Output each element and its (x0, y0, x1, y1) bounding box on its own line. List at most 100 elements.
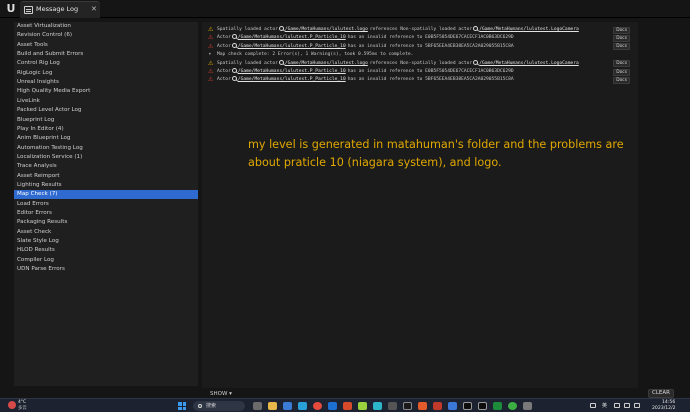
asset-link[interactable]: /Game/MetaHumans/lulutest.P_Particle_10 (238, 77, 346, 82)
sidebar-item[interactable]: Asset Tools (14, 41, 198, 50)
sidebar-item[interactable]: Lighting Results (14, 181, 198, 190)
find-in-level-icon[interactable] (231, 42, 237, 48)
task-view-icon[interactable] (253, 402, 262, 410)
log-row: ⚠ Actor/Game/MetaHumans/lulutest.P_Partic… (208, 42, 634, 51)
sidebar-item[interactable]: Automation Testing Log (14, 144, 198, 153)
close-icon[interactable]: ✕ (91, 5, 97, 14)
battery-icon[interactable] (634, 403, 640, 408)
message-log-icon (24, 6, 33, 14)
find-in-level-icon[interactable] (231, 76, 237, 82)
sidebar-item[interactable]: Map Check (7) (14, 190, 198, 200)
app-icon[interactable] (523, 402, 532, 410)
find-in-level-icon[interactable] (278, 59, 284, 65)
wechat-icon[interactable] (508, 402, 517, 410)
log-text: has an invalid reference to E0B5F5054DE6… (347, 69, 514, 74)
sidebar-item[interactable]: Play In Editor (4) (14, 125, 198, 134)
app-icon[interactable] (493, 402, 502, 410)
log-text: Actor (217, 35, 231, 41)
sidebar-item[interactable]: Editor Errors (14, 209, 198, 218)
unreal-engine-taskbar-icon[interactable] (463, 402, 472, 410)
app-icon[interactable] (448, 402, 457, 410)
sidebar-item[interactable]: Slate Style Log (14, 237, 198, 246)
windows-taskbar: 4°C 多云 搜索 英 14:56 2023/12/2 (0, 398, 690, 412)
app-icon[interactable] (328, 402, 337, 410)
log-text: Spatially loaded actor (217, 27, 278, 32)
asset-link[interactable]: /Game/MetaHumans/lulutest.logo (285, 27, 368, 32)
file-explorer-icon[interactable] (268, 402, 277, 410)
docs-button[interactable]: Docs (613, 43, 630, 51)
tray-overflow-icon[interactable] (590, 403, 596, 408)
sidebar-item[interactable]: Asset Virtualization (14, 22, 198, 31)
warning-icon: ⚠ (208, 26, 214, 33)
sidebar-item[interactable]: Anim Blueprint Log (14, 134, 198, 143)
sidebar-item[interactable]: Packaging Results (14, 218, 198, 227)
user-annotation-text: my level is generated in matahuman's fol… (248, 138, 624, 169)
unreal-engine-taskbar-icon[interactable] (478, 402, 487, 410)
app-icon[interactable] (418, 402, 427, 410)
title-bar: U Message Log ✕ (0, 0, 690, 18)
sidebar-item[interactable]: Localization Service (1) (14, 153, 198, 162)
unreal-logo-icon[interactable]: U (4, 2, 18, 16)
sidebar-item[interactable]: Unreal Insights (14, 78, 198, 87)
sidebar-item[interactable]: High Quality Media Export (14, 87, 198, 96)
tab-message-log[interactable]: Message Log ✕ (20, 1, 100, 18)
input-language[interactable]: 英 (602, 402, 607, 410)
log-row: ⚠ Actor/Game/MetaHumans/lulutest.P_Partic… (208, 68, 634, 76)
log-text: Actor (217, 69, 231, 74)
network-icon[interactable] (614, 403, 620, 408)
sidebar-item[interactable]: Blueprint Log (14, 116, 198, 125)
find-in-level-icon[interactable] (231, 68, 237, 73)
search-placeholder: 搜索 (206, 403, 217, 409)
docs-button[interactable]: Docs (613, 76, 630, 84)
taskbar-search-box[interactable]: 搜索 (193, 401, 245, 411)
app-icon[interactable] (373, 402, 382, 410)
sidebar-item[interactable]: UDN Parse Errors (14, 265, 198, 274)
docs-button[interactable]: Docs (613, 60, 630, 68)
find-in-level-icon[interactable] (231, 34, 237, 40)
app-icon[interactable] (283, 402, 292, 410)
find-in-level-icon[interactable] (473, 26, 479, 31)
docs-button[interactable]: Docs (613, 68, 630, 76)
sidebar-item[interactable]: Control Rig Log (14, 59, 198, 68)
asset-link[interactable]: /Game/MetaHumans/lulutest.logo (285, 61, 368, 66)
sidebar-item[interactable]: LiveLink (14, 97, 198, 106)
windows-start-icon[interactable] (178, 402, 186, 410)
tab-label: Message Log (36, 5, 79, 13)
find-in-level-icon[interactable] (278, 26, 284, 31)
info-icon: • (208, 51, 212, 59)
weather-widget[interactable]: 4°C 多云 (8, 400, 48, 412)
asset-link[interactable]: /Game/MetaHumans/lulutest.LogoCamera (479, 27, 579, 32)
edge-browser-icon[interactable] (298, 402, 307, 410)
sidebar-item[interactable]: Asset Reimport (14, 172, 198, 181)
show-filter-button[interactable]: SHOW ▾ (210, 390, 240, 398)
log-text: references Non-spatially loaded actor (369, 27, 473, 32)
sidebar-item[interactable]: Asset Check (14, 228, 198, 237)
clear-button[interactable]: CLEAR (648, 389, 674, 398)
app-icon[interactable] (358, 402, 367, 410)
app-icon[interactable] (403, 402, 412, 410)
clock-date[interactable]: 2023/12/2 (652, 406, 676, 412)
log-row: ⚠ Actor/Game/MetaHumans/lulutest.P_Partic… (208, 34, 634, 42)
sidebar-item[interactable]: Load Errors (14, 200, 198, 209)
asset-link[interactable]: /Game/MetaHumans/lulutest.P_Particle_10 (238, 44, 346, 49)
sidebar-item[interactable]: Packed Level Actor Log (14, 106, 198, 115)
log-text: Actor (217, 43, 231, 49)
app-icon[interactable] (433, 402, 442, 410)
sidebar-item[interactable]: Trace Analysis (14, 162, 198, 171)
find-in-level-icon[interactable] (473, 59, 479, 65)
volume-icon[interactable] (624, 403, 630, 408)
sidebar-item[interactable]: Build and Submit Errors (14, 50, 198, 59)
app-icon[interactable] (343, 402, 352, 410)
sidebar-item[interactable]: Revision Control (6) (14, 31, 198, 40)
sidebar-item[interactable]: RigLogic Log (14, 69, 198, 78)
app-icon[interactable] (388, 402, 397, 410)
asset-link[interactable]: /Game/MetaHumans/lulutest.P_Particle_10 (238, 35, 346, 40)
chrome-browser-icon[interactable] (313, 402, 322, 410)
asset-link[interactable]: /Game/MetaHumans/lulutest.LogoCamera (479, 61, 579, 66)
sidebar-item[interactable]: Compiler Log (14, 256, 198, 265)
asset-link[interactable]: /Game/MetaHumans/lulutest.P_Particle_10 (238, 69, 346, 74)
docs-button[interactable]: Docs (613, 34, 630, 42)
sidebar-item[interactable]: HLOD Results (14, 246, 198, 255)
docs-button[interactable]: Docs (613, 26, 630, 34)
log-text: has an invalid reference to E0B5F5054DE6… (347, 35, 514, 41)
